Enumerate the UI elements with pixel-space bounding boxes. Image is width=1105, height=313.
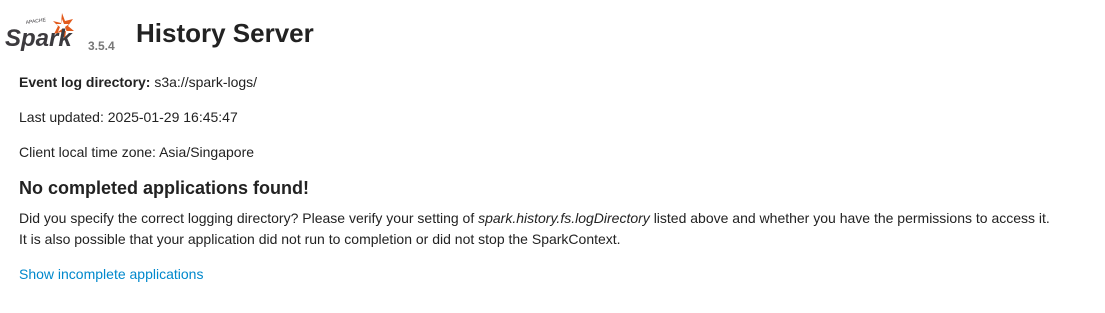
logo-brand: Spark xyxy=(5,25,73,52)
no-apps-heading: No completed applications found! xyxy=(19,178,310,198)
show-incomplete-link[interactable]: Show incomplete applications xyxy=(19,266,203,282)
page-title: History Server xyxy=(136,18,314,48)
config-key: spark.history.fs.logDirectory xyxy=(478,210,650,226)
event-log-value: s3a://spark-logs/ xyxy=(154,74,258,90)
main-content: Event log directory: s3a://spark-logs/ L… xyxy=(19,72,1086,284)
spark-logo[interactable]: APACHE Spark xyxy=(4,11,84,53)
event-log-directory: Event log directory: s3a://spark-logs/ xyxy=(19,72,1086,92)
page-header: APACHE Spark 3.5.4 History Server xyxy=(0,0,1105,64)
last-updated-value: 2025-01-29 16:45:47 xyxy=(107,109,238,125)
timezone-value: Asia/Singapore xyxy=(159,144,255,160)
message-line2: It is also possible that your applicatio… xyxy=(19,231,621,247)
last-updated-label: Last updated: xyxy=(19,109,104,125)
version-label: 3.5.4 xyxy=(88,39,115,53)
last-updated: Last updated: 2025-01-29 16:45:47 xyxy=(19,107,1086,127)
message-part1: Did you specify the correct logging dire… xyxy=(19,210,475,226)
client-timezone: Client local time zone: Asia/Singapore xyxy=(19,142,1086,162)
message-part2: listed above and whether you have the pe… xyxy=(653,210,1050,226)
no-apps-message: Did you specify the correct logging dire… xyxy=(19,208,1086,250)
timezone-label: Client local time zone: xyxy=(19,144,156,160)
event-log-label: Event log directory: xyxy=(19,74,151,90)
